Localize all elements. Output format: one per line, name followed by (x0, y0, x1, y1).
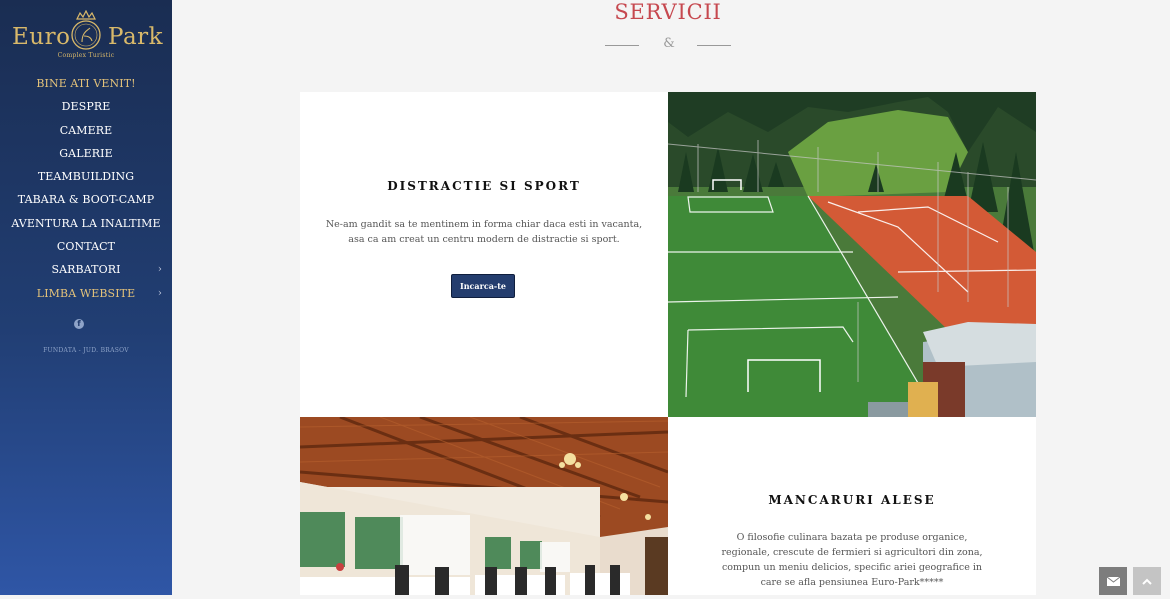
card-description: Ne-am gandit sa te mentinem in forma chi… (325, 219, 643, 245)
service-card-sport: DISTRACTIE SI SPORT Ne-am gandit sa te m… (300, 92, 668, 417)
service-card-food: MANCARURI ALESE O filosofie culinara baz… (668, 417, 1036, 595)
nav-item-camere[interactable]: CAMERE (0, 119, 172, 142)
card-description: O filosofie culinara bazata pe produse o… (721, 532, 983, 588)
sports-field-image (668, 92, 1036, 417)
chevron-up-icon (1142, 578, 1152, 585)
envelope-icon (1106, 576, 1121, 586)
sidebar: Euro Park Complex Turistic BINE ATI VENI… (0, 0, 172, 595)
title-ornament: & (605, 36, 731, 54)
restaurant-image (300, 417, 668, 595)
main-navigation: BINE ATI VENIT! DESPRE CAMERE GALERIE TE… (0, 72, 172, 305)
nav-item-label: TABARA & BOOT-CAMP (17, 193, 155, 207)
ornament-line-right (697, 45, 731, 46)
facebook-glyph: f (77, 319, 81, 328)
nav-item-sarbatori[interactable]: SARBATORI › (0, 258, 172, 281)
scroll-to-top-button[interactable] (1133, 567, 1161, 595)
nav-item-label: CONTACT (56, 240, 116, 254)
facebook-icon[interactable]: f (74, 319, 84, 329)
nav-item-tabara-boot-camp[interactable]: TABARA & BOOT-CAMP (0, 188, 172, 211)
logo-word-park: Park (108, 24, 164, 50)
nav-item-label: GALERIE (59, 146, 113, 160)
logo[interactable]: Euro Park Complex Turistic (0, 8, 172, 64)
section-title: SERVICII (614, 0, 722, 24)
logo-word-euro: Euro (12, 24, 71, 50)
contact-button[interactable] (1099, 567, 1127, 595)
crown-emblem-icon (71, 10, 101, 50)
nav-item-galerie[interactable]: GALERIE (0, 142, 172, 165)
nav-item-limba-website[interactable]: LIMBA WEBSITE › (0, 282, 172, 305)
nav-item-aventura-la-inaltime[interactable]: AVENTURA LA INALTIME (0, 212, 172, 235)
nav-item-teambuilding[interactable]: TEAMBUILDING (0, 165, 172, 188)
nav-item-label: BINE ATI VENIT! (36, 77, 136, 90)
nav-item-despre[interactable]: DESPRE (0, 95, 172, 118)
nav-item-bine-ati-venit[interactable]: BINE ATI VENIT! (0, 72, 172, 95)
nav-item-label: SARBATORI (51, 263, 121, 277)
incarca-te-button[interactable]: Incarca-te (451, 274, 515, 298)
card-heading: MANCARURI ALESE (768, 493, 936, 507)
card-heading: DISTRACTIE SI SPORT (387, 179, 581, 193)
logo-tagline: Complex Turistic (57, 52, 115, 59)
nav-item-label: AVENTURA LA INALTIME (11, 216, 161, 230)
ampersand-ornament: & (663, 36, 675, 51)
nav-item-label: DESPRE (61, 100, 111, 114)
nav-item-label: TEAMBUILDING (37, 170, 135, 184)
nav-item-label: LIMBA WEBSITE (36, 286, 136, 300)
chevron-right-icon: › (157, 264, 162, 276)
chevron-right-icon: › (157, 287, 162, 299)
address-text: FUNDATA - JUD. BRASOV (43, 347, 129, 354)
nav-item-label: CAMERE (59, 123, 113, 137)
ornament-line-left (605, 45, 639, 46)
nav-item-contact[interactable]: CONTACT (0, 235, 172, 258)
